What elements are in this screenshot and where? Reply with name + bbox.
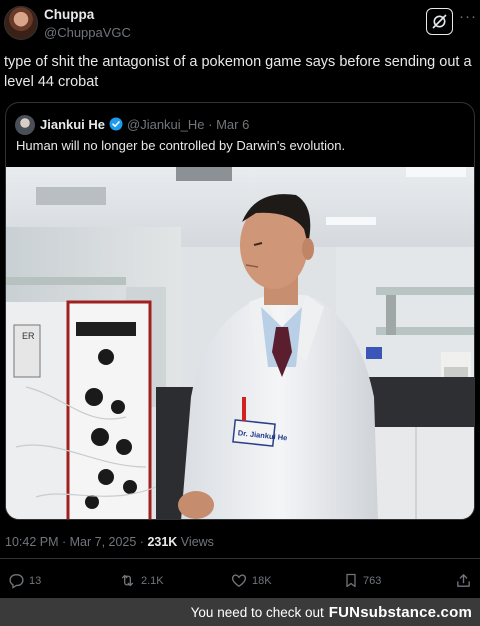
like-button[interactable]: 18K bbox=[230, 572, 272, 589]
reply-count: 13 bbox=[29, 574, 42, 587]
author-avatar[interactable] bbox=[4, 6, 38, 40]
views-label: Views bbox=[177, 535, 214, 549]
reply-button[interactable]: 13 bbox=[8, 572, 41, 589]
quoted-author-avatar[interactable] bbox=[15, 115, 35, 135]
quoted-author-handle[interactable]: @Jiankui_He · Mar 6 bbox=[127, 117, 249, 132]
reply-icon bbox=[9, 574, 24, 589]
quoted-tweet-text: Human will no longer be controlled by Da… bbox=[16, 138, 346, 153]
share-button[interactable] bbox=[455, 572, 472, 589]
repost-count: 2.1K bbox=[141, 574, 164, 587]
grok-icon bbox=[432, 14, 447, 29]
bookmark-icon bbox=[346, 573, 356, 588]
tweet: Chuppa @ChuppaVGC ··· type of shit the a… bbox=[0, 0, 480, 598]
grok-button[interactable] bbox=[426, 8, 453, 35]
quoted-tweet[interactable]: Jiankui He @Jiankui_He · Mar 6 Human wil… bbox=[5, 102, 475, 520]
device-label-text: ER bbox=[22, 331, 35, 341]
bookmark-button[interactable]: 763 bbox=[343, 572, 381, 589]
repost-icon bbox=[121, 574, 134, 587]
banner-text: You need to check out bbox=[190, 604, 324, 620]
repost-button[interactable]: 2.1K bbox=[118, 572, 164, 589]
author-handle[interactable]: @ChuppaVGC bbox=[44, 25, 131, 40]
banner-brand: FUNsubstance.com bbox=[328, 603, 472, 621]
views-count: 231K bbox=[147, 535, 178, 549]
watermark-banner[interactable]: You need to check out FUNsubstance.com bbox=[0, 598, 480, 626]
heart-icon bbox=[231, 574, 247, 587]
author-name[interactable]: Chuppa bbox=[44, 7, 94, 22]
tweet-text: type of shit the antagonist of a pokemon… bbox=[4, 54, 472, 90]
like-count: 18K bbox=[252, 574, 272, 587]
action-bar: 13 2.1K 18K 763 bbox=[0, 572, 480, 594]
bookmark-count: 763 bbox=[363, 574, 382, 587]
share-icon bbox=[457, 574, 470, 587]
tweet-metadata: 10:42 PM · Mar 7, 2025 · 231K Views bbox=[5, 535, 214, 549]
quoted-tweet-photo[interactable]: Dr. Jiankui He ER bbox=[6, 167, 475, 520]
divider bbox=[0, 558, 480, 559]
more-options-icon[interactable]: ··· bbox=[459, 8, 477, 25]
verified-badge-icon bbox=[109, 117, 123, 131]
quoted-author-name[interactable]: Jiankui He bbox=[40, 117, 105, 132]
timestamp[interactable]: 10:42 PM · Mar 7, 2025 · bbox=[5, 535, 147, 549]
